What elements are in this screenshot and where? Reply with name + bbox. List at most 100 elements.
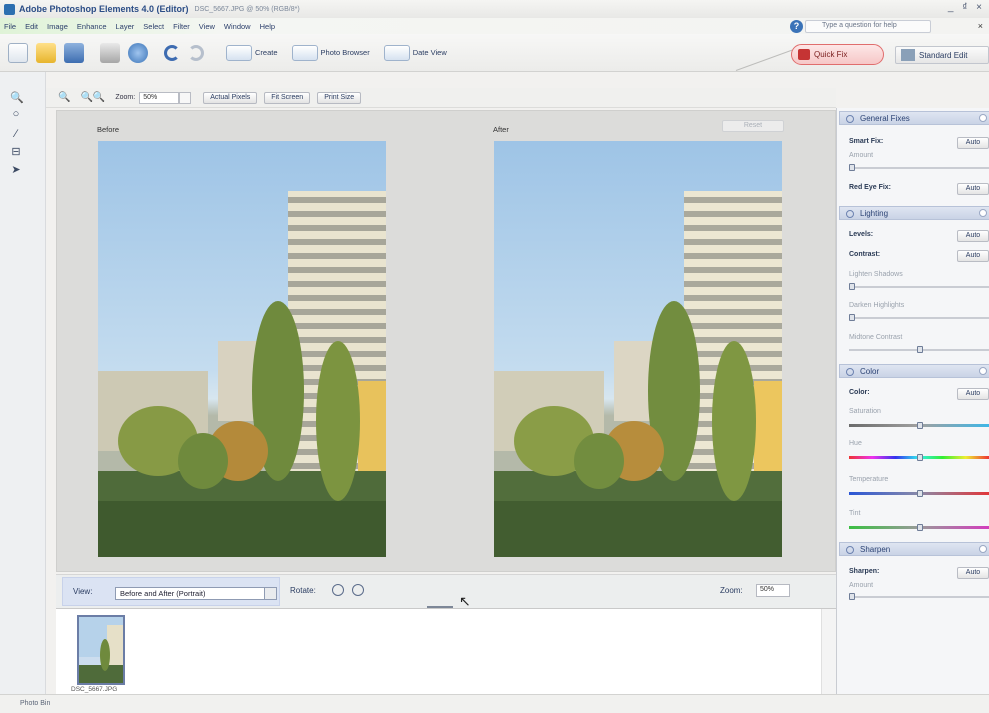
title-bar: Adobe Photoshop Elements 4.0 (Editor) DS… — [0, 0, 989, 18]
quick-fix-label: Quick Fix — [814, 50, 848, 59]
contrast-auto-button[interactable]: Auto — [957, 250, 989, 262]
help-search-input[interactable]: ? Type a question for help — [790, 20, 931, 33]
saturation-slider[interactable] — [849, 422, 989, 429]
red-eye-auto-button[interactable]: Auto — [957, 183, 989, 195]
sharpen-help-icon[interactable] — [979, 545, 987, 553]
hue-slider[interactable] — [849, 454, 989, 461]
standard-edit-label: Standard Edit — [919, 50, 968, 60]
color-help-icon[interactable] — [979, 367, 987, 375]
standard-edit-icon — [901, 49, 915, 61]
menu-window[interactable]: Window — [224, 22, 251, 31]
after-label: After — [493, 125, 509, 134]
lighten-shadows-slider[interactable] — [849, 283, 989, 290]
levels-auto-button[interactable]: Auto — [957, 230, 989, 242]
menu-enhance[interactable]: Enhance — [77, 22, 107, 31]
create-icon — [226, 44, 252, 61]
temperature-slider[interactable] — [849, 490, 989, 497]
zoom-input[interactable]: 50% — [139, 91, 180, 104]
view-select[interactable]: Before and After (Portrait) — [115, 587, 265, 600]
midtone-contrast-slider[interactable] — [849, 346, 989, 353]
rotate-left-icon[interactable] — [332, 584, 344, 596]
photo-thumbnail[interactable] — [77, 615, 125, 685]
window-controls[interactable]: _ ₫ × — [948, 2, 985, 13]
red-eye-tool-icon[interactable]: ➤ — [10, 164, 22, 176]
view-zoom-input[interactable]: 50% — [756, 584, 790, 597]
midtone-contrast-knob[interactable] — [917, 346, 923, 353]
general-fixes-header[interactable]: General Fixes — [839, 111, 989, 125]
view-dropdown-icon[interactable] — [264, 587, 277, 600]
rotate-right-icon[interactable] — [352, 584, 364, 596]
after-photo[interactable] — [494, 141, 782, 557]
view-zoom-label: Zoom: — [720, 586, 743, 595]
general-fixes-help-icon[interactable] — [979, 114, 987, 122]
lighting-help-icon[interactable] — [979, 209, 987, 217]
darken-highlights-slider[interactable] — [849, 314, 989, 321]
menu-edit[interactable]: Edit — [25, 22, 38, 31]
menu-select[interactable]: Select — [143, 22, 164, 31]
menu-help[interactable]: Help — [260, 22, 275, 31]
hand-tool-icon[interactable]: ○ — [10, 108, 22, 120]
quick-fix-tab[interactable]: Quick Fix — [791, 44, 884, 65]
undo-icon[interactable] — [164, 44, 180, 61]
menu-close-icon[interactable]: × — [978, 21, 983, 31]
lighting-header[interactable]: Lighting — [839, 206, 989, 220]
zoom-tool-icon[interactable]: 🔍 — [10, 92, 24, 104]
darken-highlights-knob[interactable] — [849, 314, 855, 321]
menu-view[interactable]: View — [199, 22, 215, 31]
tint-knob[interactable] — [917, 524, 923, 531]
crop-tool-icon[interactable]: ⊟ — [10, 146, 22, 158]
photo-browser-button[interactable]: Photo Browser — [291, 44, 370, 61]
online-services-icon[interactable] — [128, 42, 148, 63]
color-auto-button[interactable]: Auto — [957, 388, 989, 400]
actual-pixels-button[interactable]: Actual Pixels — [203, 91, 258, 104]
saturation-knob[interactable] — [917, 422, 923, 429]
menu-filter[interactable]: Filter — [173, 22, 190, 31]
view-label: View: — [73, 587, 93, 596]
sharpen-collapse-icon — [846, 546, 854, 554]
lighting-collapse-icon — [846, 210, 854, 218]
smart-fix-label: Smart Fix: — [849, 138, 884, 145]
smart-fix-amount-slider[interactable] — [849, 164, 989, 171]
color-header[interactable]: Color — [839, 364, 989, 378]
date-view-icon — [383, 44, 410, 61]
tint-slider[interactable] — [849, 524, 989, 531]
standard-edit-tab[interactable]: Standard Edit — [895, 46, 989, 64]
smart-fix-auto-button[interactable]: Auto — [957, 137, 989, 149]
quick-fix-panel: General Fixes Smart Fix: Auto Amount Red… — [836, 108, 989, 694]
sharpen-amount-knob[interactable] — [849, 593, 855, 600]
zoom-in-out-icon[interactable]: 🔍🔍 — [80, 92, 105, 103]
levels-label: Levels: — [849, 231, 874, 238]
photo-browser-icon — [291, 44, 318, 61]
smart-fix-amount-knob[interactable] — [849, 164, 855, 171]
color-title: Color — [860, 367, 880, 376]
shortcuts-toolbar: Create Photo Browser Date View Quick Fix… — [0, 34, 989, 72]
zoom-icon[interactable]: 🔍 — [58, 92, 70, 103]
sharpen-amount-slider[interactable] — [849, 593, 989, 600]
menu-file[interactable]: File — [4, 22, 16, 31]
print-size-button[interactable]: Print Size — [317, 91, 362, 104]
menu-image[interactable]: Image — [47, 22, 68, 31]
photo-bin-scrollbar[interactable] — [821, 609, 836, 695]
open-folder-icon[interactable] — [36, 42, 56, 63]
before-photo[interactable] — [98, 141, 386, 557]
create-button[interactable]: Create — [226, 44, 278, 61]
sharpen-header[interactable]: Sharpen — [839, 542, 989, 556]
menu-layer[interactable]: Layer — [116, 22, 135, 31]
new-file-icon[interactable] — [8, 42, 28, 63]
temperature-knob[interactable] — [917, 490, 923, 497]
magic-wand-tool-icon[interactable]: ∕ — [10, 128, 22, 140]
save-icon[interactable] — [64, 42, 84, 63]
redo-icon[interactable] — [188, 44, 204, 61]
zoom-dropdown[interactable] — [179, 91, 192, 104]
sharpen-auto-button[interactable]: Auto — [957, 567, 989, 579]
hue-knob[interactable] — [917, 454, 923, 461]
fit-screen-button[interactable]: Fit Screen — [264, 91, 311, 104]
print-icon[interactable] — [100, 42, 120, 63]
date-view-button[interactable]: Date View — [383, 44, 447, 61]
contrast-label: Contrast: — [849, 251, 881, 258]
photo-bin: DSC_5667.JPG — [56, 608, 836, 695]
lighten-shadows-knob[interactable] — [849, 283, 855, 290]
reset-button[interactable]: Reset — [722, 120, 784, 132]
photo-bin-toggle[interactable]: Photo Bin — [20, 700, 50, 707]
status-bar: Photo Bin — [0, 694, 989, 713]
